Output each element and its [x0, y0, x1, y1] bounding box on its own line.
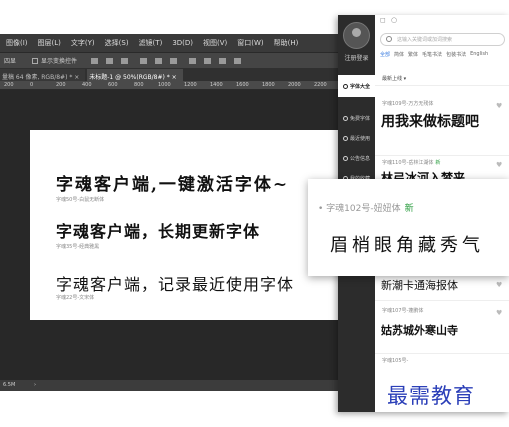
status-bar: 6.5M › [0, 380, 345, 391]
menu-type[interactable]: 文字(Y) [71, 38, 95, 48]
distribute-icon[interactable] [234, 57, 242, 64]
ruler-tick: 1400 [210, 82, 223, 88]
nav-notices[interactable]: 公告信息 [338, 147, 375, 169]
bell-icon [342, 155, 348, 161]
ruler-tick: 1200 [184, 82, 197, 88]
menu-select[interactable]: 选择(S) [105, 38, 129, 48]
tab-english[interactable]: English [470, 51, 488, 59]
ruler-tick: 1600 [236, 82, 249, 88]
font-entry-caption: 字魂107号-蓬鹏体 [382, 308, 424, 314]
search-placeholder: 这输入关键词或加词搜索 [397, 37, 453, 43]
divider [375, 155, 509, 156]
tab-traditional[interactable]: 繁体 [408, 51, 418, 59]
category-tabs: 全部 简体 繁体 毛笔书法 包装书法 English [380, 51, 508, 59]
ruler-tick: 0 [30, 82, 34, 88]
tab-packaging[interactable]: 包装书法 [446, 51, 466, 59]
nav-label: 公告信息 [349, 155, 370, 162]
ruler-tick: 1800 [262, 82, 275, 88]
document-tabs: 量稿 64 像素, RGB/8#) * × 未标题-1 @ 50%(RGB/8#… [0, 68, 345, 81]
search-icon [386, 36, 392, 42]
distribute-icon[interactable] [219, 57, 227, 64]
clock-icon [342, 135, 348, 141]
favorite-heart-icon[interactable]: ♥ [496, 309, 502, 317]
tab-all[interactable]: 全部 [380, 51, 390, 59]
menu-layer[interactable]: 图层(L) [38, 38, 61, 48]
sample-line-3: 字魂客户端，记录最近使用字体 [56, 275, 295, 294]
align-top-icon[interactable] [91, 57, 99, 64]
status-arrow-icon[interactable]: › [34, 382, 36, 388]
favorite-heart-icon[interactable]: ♥ [496, 281, 502, 289]
transform-label: 显示变换控件 [41, 58, 78, 65]
pin-icon[interactable]: ◻ [380, 16, 386, 24]
divider [375, 353, 509, 354]
nav-recent[interactable]: 最近使用 [338, 127, 375, 149]
font-entry-sample[interactable]: 姑苏城外寒山寺 [381, 322, 458, 338]
zoom-readout: 6.5M [3, 382, 16, 388]
tab-simplified[interactable]: 简体 [394, 51, 404, 59]
ruler-tick: 400 [82, 82, 92, 88]
preview-font-name: • 字魂102号-妞妞体新 [318, 204, 414, 214]
gift-icon [342, 115, 348, 121]
menu-window[interactable]: 窗口(W) [237, 38, 263, 48]
ruler-tick: 200 [4, 82, 14, 88]
watermark: 最需教育 [387, 384, 475, 408]
font-entry-sample[interactable]: 新潮卡通海报体 [381, 277, 458, 293]
font-entry-caption: 字魂109号-万方无残体 [382, 101, 434, 107]
sample-caption-1: 字魂50号-白鼠无断体 [56, 197, 105, 203]
align-left-icon[interactable] [140, 57, 148, 64]
menu-filter[interactable]: 滤镜(T) [139, 38, 163, 48]
ruler-tick: 1000 [158, 82, 171, 88]
avatar[interactable] [343, 22, 370, 49]
align-bottom-icon[interactable] [121, 57, 129, 64]
ruler-tick: 2200 [314, 82, 327, 88]
sample-line-2: 字魂客户端，长期更新字体 [56, 222, 261, 241]
nav-all-fonts[interactable]: 字体大全 [338, 75, 375, 97]
font-preview-card[interactable]: • 字魂102号-妞妞体新 眉梢眼角藏秀气 [308, 179, 509, 276]
screenshot: 图像(I) 图层(L) 文字(Y) 选择(S) 滤镜(T) 3D(D) 视图(V… [0, 0, 509, 427]
sort-dropdown[interactable]: 最新上线 ▾ [382, 75, 406, 82]
favorite-heart-icon[interactable]: ♥ [496, 161, 502, 169]
menu-3d[interactable]: 3D(D) [172, 39, 193, 47]
sample-caption-2: 字魂35号-经典雅黑 [56, 244, 100, 250]
document-canvas[interactable]: 字魂客户端,一键激活字体~ 字魂50号-白鼠无断体 字魂客户端，长期更新字体 字… [30, 130, 342, 320]
ruler-tick: 600 [108, 82, 118, 88]
settings-icon[interactable]: ○ [391, 16, 397, 24]
divider [375, 85, 509, 86]
menu-view[interactable]: 视图(V) [203, 38, 227, 48]
search-input[interactable]: 这输入关键词或加词搜索 [380, 33, 505, 46]
transform-checkbox[interactable] [32, 57, 39, 64]
align-middle-icon[interactable] [106, 57, 114, 64]
options-bar: 四显 显示变换控件 [0, 52, 345, 68]
divider [375, 300, 509, 301]
nav-label: 免费字体 [349, 115, 370, 122]
ruler-tick: 800 [134, 82, 144, 88]
login-link[interactable]: 注册登录 [338, 53, 375, 62]
nav-label: 字体大全 [349, 83, 370, 90]
align-center-icon[interactable] [155, 57, 163, 64]
menu-bar: 图像(I) 图层(L) 文字(Y) 选择(S) 滤镜(T) 3D(D) 视图(V… [0, 34, 345, 52]
distribute-icon[interactable] [189, 57, 197, 64]
font-entry-sample[interactable]: 用我来做标题吧 [381, 111, 479, 131]
ruler-tick: 200 [56, 82, 66, 88]
favorite-heart-icon[interactable]: ♥ [496, 102, 502, 110]
preview-sample-text: 眉梢眼角藏秀气 [330, 235, 484, 256]
menu-help[interactable]: 帮助(H) [274, 38, 299, 48]
horizontal-ruler: 200 0 200 400 600 800 1000 1200 1400 160… [0, 81, 345, 90]
distribute-icon[interactable] [204, 57, 212, 64]
nav-free-fonts[interactable]: 免费字体 [338, 107, 375, 129]
menu-image[interactable]: 图像(I) [6, 38, 28, 48]
nav-label: 最近使用 [349, 135, 370, 142]
tab-document-2[interactable]: 未标题-1 @ 50%(RGB/8#) * × [87, 69, 183, 81]
sample-line-1: 字魂客户端,一键激活字体~ [56, 175, 290, 195]
grid-icon [342, 83, 348, 89]
mode-dropdown[interactable]: 四显 [4, 56, 16, 65]
tab-document-1[interactable]: 量稿 64 像素, RGB/8#) * × [0, 69, 86, 81]
font-entry-caption: 字魂110号-岳林江湖体新 [382, 160, 441, 166]
font-entry-caption: 字魂105号- [382, 358, 409, 364]
align-right-icon[interactable] [170, 57, 178, 64]
tab-brush[interactable]: 毛笔书法 [422, 51, 442, 59]
ruler-tick: 2000 [288, 82, 301, 88]
sample-caption-3: 字魂22号-文宋体 [56, 295, 95, 301]
